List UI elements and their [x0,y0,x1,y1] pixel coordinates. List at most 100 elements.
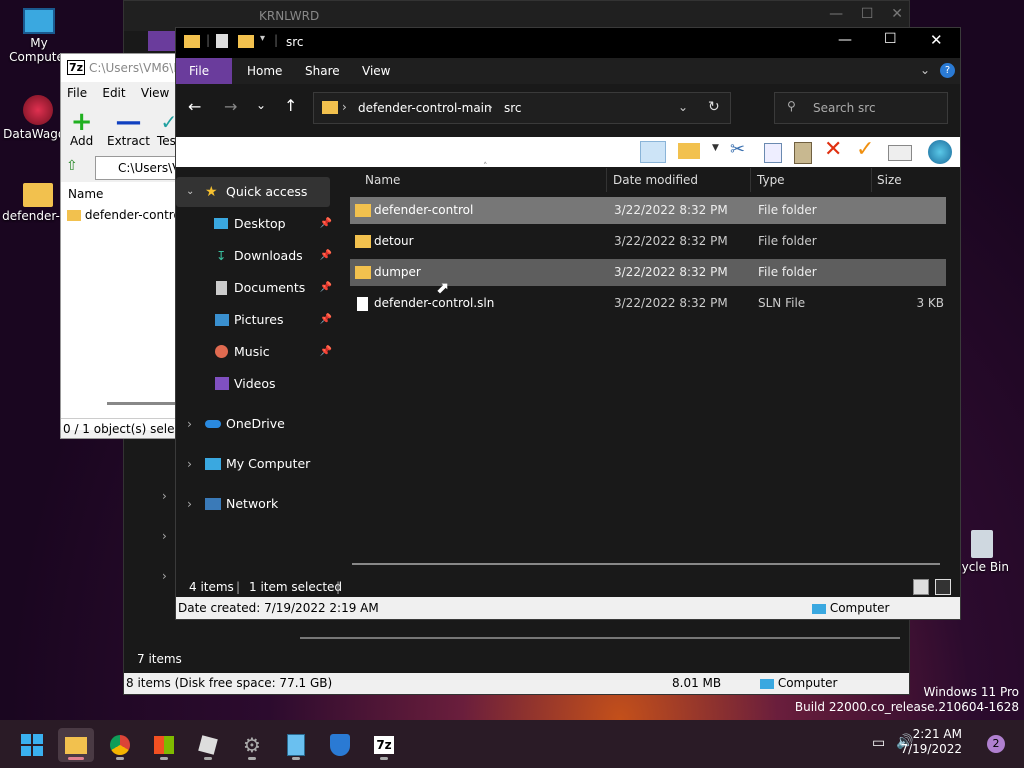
7zip-icon: 7z [374,736,394,754]
nav-pictures[interactable]: Pictures 📌 [176,305,336,335]
sevenzip-list-item[interactable]: defender-control [67,208,181,222]
network-tray-icon[interactable]: ▭ [872,735,885,751]
breadcrumb-src[interactable]: src [504,101,522,115]
back-arrow-icon[interactable]: ← [188,97,201,116]
chevron-right-icon[interactable]: › [187,409,192,439]
nav-music[interactable]: Music 📌 [176,337,336,367]
taskbar-notepad[interactable] [278,728,314,762]
chevron-down-icon[interactable]: ▾ [260,33,265,44]
taskbar: ⚙ 7z ▭ 🔊 2:21 AM 7/19/2022 2 [0,720,1024,768]
taskbar-roblox[interactable] [190,728,226,762]
sevenzip-extract-button[interactable]: — Extract [107,107,150,148]
chevron-right-icon[interactable]: › [187,449,192,479]
minimize-button[interactable]: — [838,32,852,48]
taskbar-chrome[interactable] [102,728,138,762]
file-row[interactable]: defender-control 3/22/2022 8:32 PM File … [350,197,946,224]
notification-badge[interactable]: 2 [987,735,1005,753]
select-folder-icon[interactable] [678,143,700,159]
chevron-down-icon[interactable]: ⌄ [186,177,194,207]
copy-icon[interactable] [764,143,782,163]
start-button[interactable] [14,728,50,762]
back-nav-chevron-3[interactable]: › [162,569,167,583]
datawagon-icon [23,95,53,125]
back-nav-chevron[interactable]: › [162,489,167,503]
column-name[interactable]: Name [365,168,400,192]
tab-file[interactable]: File [176,58,232,84]
sevenzip-scrollbar[interactable] [107,402,177,405]
chevron-right-icon[interactable]: › [187,489,192,519]
globe-icon[interactable] [928,140,952,164]
pin-icon[interactable]: 📌 [320,305,332,335]
checkmark-icon[interactable]: ✓ [856,137,874,162]
refresh-icon[interactable]: ↻ [708,99,720,115]
address-dropdown-icon[interactable]: ⌄ [678,100,688,114]
cut-icon[interactable]: ✂ [730,139,745,160]
breadcrumb-defender-control-main[interactable]: defender-control-main [358,101,492,115]
tab-home[interactable]: Home [234,58,295,84]
sevenzip-address-field[interactable]: C:\Users\V [95,156,181,180]
recycle-bin-icon [971,530,993,558]
taskbar-file-explorer[interactable] [58,728,94,762]
pin-icon[interactable]: 📌 [320,273,332,303]
up-folder-icon[interactable]: ⇧ [66,158,78,174]
large-icons-view-icon[interactable] [935,579,951,595]
taskbar-7zip[interactable]: 7z [366,728,402,762]
help-icon[interactable]: ? [940,63,955,78]
rename-icon[interactable] [888,145,912,161]
pin-icon[interactable]: 📌 [320,241,332,271]
nav-network[interactable]: › Network [176,489,336,519]
properties-icon[interactable] [216,34,228,48]
details-view-icon[interactable] [913,579,929,595]
file-row[interactable]: detour 3/22/2022 8:32 PM File folder [350,228,946,255]
column-size[interactable]: Size [877,168,902,192]
nav-videos[interactable]: Videos [176,369,336,399]
delete-icon[interactable]: ✕ [824,137,842,162]
folder-icon [322,101,338,114]
nav-downloads[interactable]: ↧ Downloads 📌 [176,241,336,271]
column-date-modified[interactable]: Date modified [613,168,698,192]
taskbar-clock[interactable]: 2:21 AM 7/19/2022 [900,727,962,757]
sevenzip-menu-view[interactable]: View [141,86,169,100]
computer-icon [205,458,221,470]
tab-view[interactable]: View [349,58,403,84]
forward-arrow-icon[interactable]: → [224,97,237,116]
sevenzip-menu-edit[interactable]: Edit [102,86,125,100]
address-bar[interactable]: › defender-control-main › src ⌄ ↻ [313,92,731,124]
column-type[interactable]: Type [757,168,785,192]
taskbar-settings[interactable]: ⚙ [234,728,270,762]
store-icon [154,736,174,754]
taskbar-defender[interactable] [322,728,358,762]
column-separator[interactable] [871,168,872,192]
chevron-down-icon[interactable]: ▼ [712,143,719,153]
recent-locations-icon[interactable]: ⌄ [256,98,266,112]
minus-icon: — [115,107,142,137]
nav-quick-access[interactable]: ⌄ ★ Quick access [176,177,330,207]
column-separator[interactable] [606,168,607,192]
sevenzip-menu-file[interactable]: File [67,86,87,100]
back-nav-chevron-2[interactable]: › [162,529,167,543]
back-file-tab[interactable] [148,31,178,51]
horizontal-scrollbar[interactable] [352,563,940,565]
nav-onedrive[interactable]: › OneDrive [176,409,336,439]
sevenzip-col-name[interactable]: Name [68,187,103,201]
search-box[interactable]: ⚲ Search src [774,92,948,124]
taskbar-store[interactable] [146,728,182,762]
maximize-button[interactable]: ☐ [884,31,897,47]
expand-ribbon-icon[interactable]: ⌄ [920,63,930,77]
column-separator[interactable] [750,168,751,192]
new-folder-icon[interactable] [238,35,254,48]
nav-documents[interactable]: Documents 📌 [176,273,336,303]
back-scrollbar[interactable] [300,637,900,639]
nav-my-computer[interactable]: › My Computer [176,449,336,479]
nav-desktop[interactable]: Desktop 📌 [176,209,336,239]
tab-share[interactable]: Share [292,58,353,84]
pin-icon[interactable]: 📌 [320,209,332,239]
preview-pane-icon[interactable] [640,141,666,163]
computer-icon [812,603,826,614]
up-arrow-icon[interactable]: ↑ [284,96,297,115]
pin-icon[interactable]: 📌 [320,337,332,367]
paste-icon[interactable] [794,142,812,164]
sevenzip-add-button[interactable]: + Add [70,109,93,148]
back-window-title: KRNLWRD [259,9,320,23]
close-button[interactable]: ✕ [930,31,943,49]
